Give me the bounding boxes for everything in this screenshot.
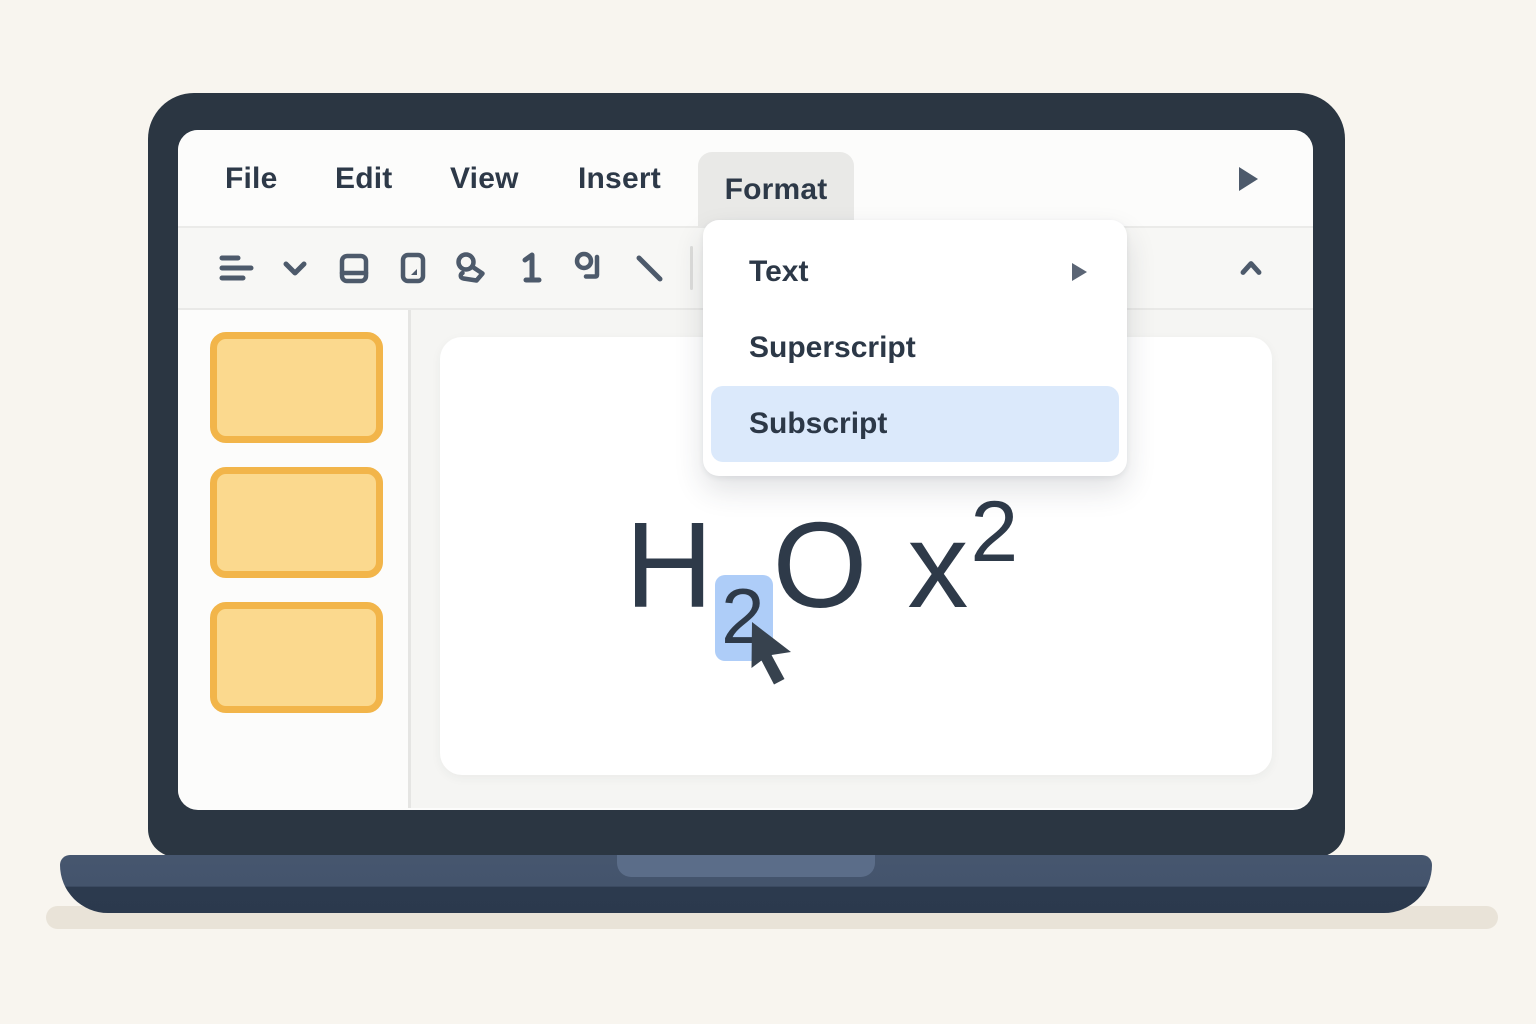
formula-h: H <box>625 497 716 633</box>
submenu-triangle-icon <box>1072 263 1087 281</box>
slide-landscape-icon[interactable] <box>336 250 372 286</box>
menu-item-file[interactable]: File <box>225 130 277 228</box>
ink-pen-icon[interactable] <box>572 250 608 286</box>
slide-thumbnail-1[interactable] <box>210 332 383 443</box>
align-lines-icon[interactable] <box>218 250 254 286</box>
menu-item-insert[interactable]: Insert <box>578 130 661 228</box>
menu-item-edit[interactable]: Edit <box>335 130 392 228</box>
play-triangle-right-icon <box>1239 167 1258 191</box>
menu-overflow-button[interactable] <box>1236 130 1260 228</box>
formula-text: H2O x2 <box>625 489 1020 661</box>
slide-portrait-icon[interactable] <box>395 250 431 286</box>
format-menu-item-superscript[interactable]: Superscript <box>711 310 1119 386</box>
format-menu-item-text[interactable]: Text <box>711 234 1119 310</box>
laptop-lid: File Edit View Insert Format H2O x2 Text… <box>148 93 1345 857</box>
formula-o: O <box>772 497 870 633</box>
format-menu-item-text-label: Text <box>749 255 809 288</box>
slide-thumbnail-panel <box>178 310 408 808</box>
slide-thumbnail-3[interactable] <box>210 602 383 713</box>
chevron-down-icon[interactable] <box>277 250 313 286</box>
menu-bar: File Edit View Insert Format <box>178 130 1313 228</box>
laptop-notch <box>617 855 875 877</box>
menu-item-format-active[interactable]: Format <box>698 152 854 228</box>
laptop-screen: File Edit View Insert Format H2O x2 Text… <box>178 130 1313 810</box>
toolbar-divider <box>690 246 693 290</box>
menu-item-view[interactable]: View <box>450 130 519 228</box>
formula-x: x <box>907 497 971 633</box>
chevron-up-icon[interactable] <box>1235 252 1267 284</box>
mouse-cursor-icon <box>751 622 791 685</box>
slide-thumbnail-2[interactable] <box>210 467 383 578</box>
format-menu-item-subscript[interactable]: Subscript <box>711 386 1119 462</box>
menu-item-format-label: Format <box>724 173 828 206</box>
numeral-one-icon[interactable] <box>513 250 549 286</box>
format-dropdown-menu: Text Superscript Subscript <box>703 220 1127 476</box>
diagonal-line-icon[interactable] <box>631 250 667 286</box>
format-menu-item-superscript-label: Superscript <box>749 331 916 364</box>
laptop-base <box>60 855 1432 913</box>
format-menu-item-subscript-label: Subscript <box>749 407 888 440</box>
lasso-shape-icon[interactable] <box>454 250 490 286</box>
formula-superscript: 2 <box>970 484 1021 580</box>
